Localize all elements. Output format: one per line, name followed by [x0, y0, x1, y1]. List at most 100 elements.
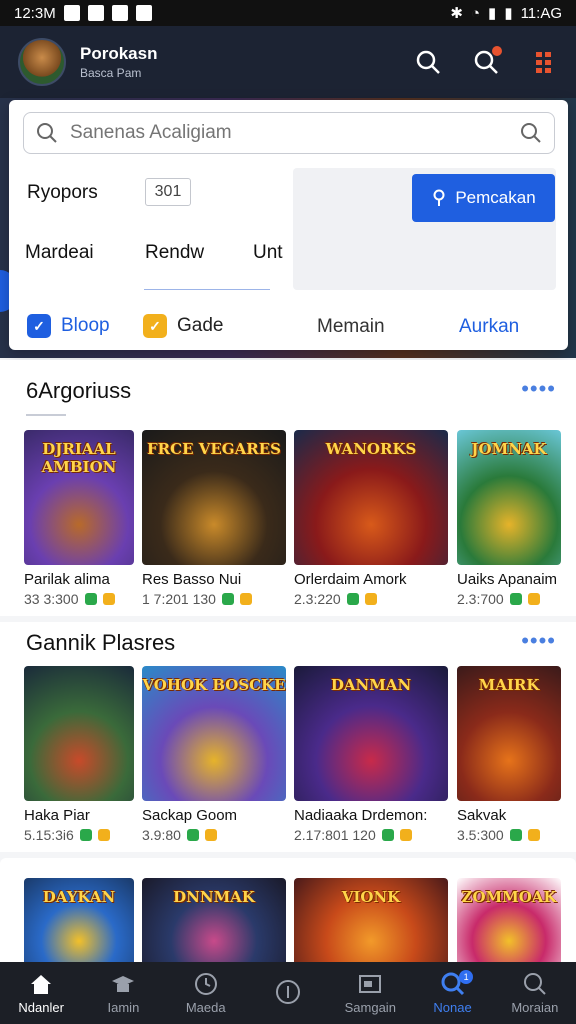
- notification-icon: [135, 5, 152, 21]
- search-input[interactable]: [70, 122, 520, 144]
- nav-item-1[interactable]: Iamin: [82, 962, 164, 1024]
- game-stats: 2.3:220: [294, 591, 341, 607]
- tag-gade[interactable]: ✓ Gade: [143, 314, 223, 338]
- game-title: Sackap Goom: [142, 807, 238, 824]
- game-title: Res Basso Nui: [142, 571, 242, 588]
- filter-option[interactable]: Rendw: [145, 242, 204, 264]
- badge-icon: [79, 829, 92, 841]
- filter-option[interactable]: Mardeai: [25, 242, 94, 264]
- game-logo-text: MAIRK: [478, 676, 540, 694]
- badge-icon: [102, 593, 115, 605]
- game-thumbnail[interactable]: FRCE VEGARES: [142, 430, 286, 565]
- game-card[interactable]: DJRIAAL AMBION Parilak alima 33 3:300: [24, 430, 134, 607]
- game-thumbnail[interactable]: VOHOK BOSCKE: [142, 666, 286, 801]
- game-title: Sakvak: [457, 807, 507, 824]
- game-thumbnail[interactable]: VIONK: [294, 878, 448, 968]
- game-logo-text: JOMNAK: [471, 440, 547, 458]
- nav-item-4[interactable]: Samgain: [329, 962, 411, 1024]
- badge-icon: [527, 593, 540, 605]
- game-card[interactable]: DANMAN Nadiaaka Drdemon: 2.17:801 120: [294, 666, 448, 843]
- game-logo-text: FRCE VEGARES: [147, 440, 281, 458]
- game-stats: 1 7:201 130: [142, 591, 216, 607]
- badge-icon: [381, 829, 394, 841]
- game-card[interactable]: DNNMAK: [142, 878, 286, 968]
- badge-icon: [509, 593, 522, 605]
- notification-search-icon[interactable]: [472, 46, 502, 76]
- tag-memain[interactable]: Memain: [317, 316, 385, 338]
- game-title: Uaiks Apanaim: [457, 571, 558, 588]
- tag-bloop[interactable]: ✓ Bloop: [27, 314, 110, 338]
- nav-badge: 1: [459, 970, 474, 984]
- game-title: Haka Piar: [24, 807, 90, 824]
- game-thumbnail[interactable]: DJRIAAL AMBION: [24, 430, 134, 565]
- game-thumbnail[interactable]: WANORKS: [294, 430, 448, 565]
- game-meta: 3.5:300: [457, 827, 561, 843]
- game-card[interactable]: VIONK: [294, 878, 448, 968]
- game-card[interactable]: WANORKS Orlerdaim Amork 2.3:220: [294, 430, 448, 607]
- game-thumbnail[interactable]: ZOMMOAK: [457, 878, 561, 968]
- status-bar: 12:3M ✱ ◔ ▮ ▮ 11:AG: [0, 0, 576, 26]
- badge-icon: [364, 593, 377, 605]
- more-dots-icon[interactable]: ••••: [521, 376, 556, 402]
- notification-icon: [63, 5, 80, 21]
- grid-menu-icon[interactable]: [530, 48, 558, 76]
- tag-aurkan[interactable]: Aurkan: [459, 316, 519, 338]
- home-icon: [28, 971, 54, 997]
- game-logo-text: VOHOK BOSCKE: [142, 676, 286, 694]
- filter-underline: [144, 289, 270, 290]
- filter-option[interactable]: Unt: [253, 242, 283, 264]
- game-stats: 5.15:3i6: [24, 827, 74, 843]
- game-thumbnail[interactable]: DAYKAN: [24, 878, 134, 968]
- search-submit-icon[interactable]: [520, 122, 542, 144]
- header-title: Porokasn: [80, 44, 158, 63]
- badge-icon: [346, 593, 359, 605]
- primary-action-button[interactable]: Pemcakan: [412, 174, 555, 222]
- game-title: Parilak alima: [24, 571, 110, 588]
- badge-icon: [239, 593, 252, 605]
- game-stats: 2.3:700: [457, 591, 504, 607]
- game-card[interactable]: FRCE VEGARES Res Basso Nui 1 7:201 130: [142, 430, 286, 607]
- nav-item-2[interactable]: Maeda: [165, 962, 247, 1024]
- check-icon: ✓: [27, 314, 51, 338]
- game-card[interactable]: Haka Piar 5.15:3i6: [24, 666, 134, 843]
- game-logo-text: DAYKAN: [42, 888, 116, 906]
- clock-icon: [193, 971, 219, 997]
- game-card[interactable]: ZOMMOAK: [457, 878, 561, 968]
- wifi-icon: ◔: [470, 4, 481, 22]
- nav-item-0[interactable]: Ndanler: [0, 962, 82, 1024]
- game-meta: 3.9:80: [142, 827, 286, 843]
- search-filter-card: Ryopors 301 Pemcakan Mardeai Rendw Unt ✓…: [9, 100, 568, 350]
- tag-label: Bloop: [61, 315, 110, 336]
- game-thumbnail[interactable]: [24, 666, 134, 801]
- more-dots-icon[interactable]: ••••: [521, 628, 556, 654]
- game-card[interactable]: VOHOK BOSCKE Sackap Goom 3.9:80: [142, 666, 286, 843]
- game-thumbnail[interactable]: DANMAN: [294, 666, 448, 801]
- title-underline: [26, 414, 66, 416]
- game-stats: 3.5:300: [457, 827, 504, 843]
- nav-item-5[interactable]: 1 Nonae: [411, 962, 493, 1024]
- app-header: Porokasn Basca Pam: [0, 26, 576, 98]
- badge-icon: [221, 593, 234, 605]
- filter-value-field[interactable]: 301: [145, 178, 191, 206]
- game-logo-text: VIONK: [341, 888, 401, 906]
- status-time-right: 11:AG: [520, 4, 562, 22]
- status-time-left: 12:3M: [14, 4, 56, 22]
- nav-item-6[interactable]: Moraian: [494, 962, 576, 1024]
- game-thumbnail[interactable]: DNNMAK: [142, 878, 286, 968]
- avatar[interactable]: [18, 38, 66, 86]
- primary-action-label: Pemcakan: [455, 188, 536, 207]
- window-icon: [357, 971, 383, 997]
- search-icon[interactable]: [414, 48, 442, 76]
- game-card[interactable]: DAYKAN: [24, 878, 134, 968]
- game-logo-text: DJRIAAL AMBION: [41, 440, 117, 476]
- badge-icon: [527, 829, 540, 841]
- search-input-container[interactable]: [23, 112, 555, 154]
- game-thumbnail[interactable]: MAIRK: [457, 666, 561, 801]
- nav-item-3[interactable]: [247, 962, 329, 1024]
- badge-icon: [204, 829, 217, 841]
- game-logo-text: ZOMMOAK: [461, 888, 557, 906]
- game-thumbnail[interactable]: JOMNAK: [457, 430, 561, 565]
- game-card[interactable]: MAIRK Sakvak 3.5:300: [457, 666, 561, 843]
- bluetooth-icon: ✱: [450, 5, 463, 22]
- game-card[interactable]: JOMNAK Uaiks Apanaim 2.3:700: [457, 430, 561, 607]
